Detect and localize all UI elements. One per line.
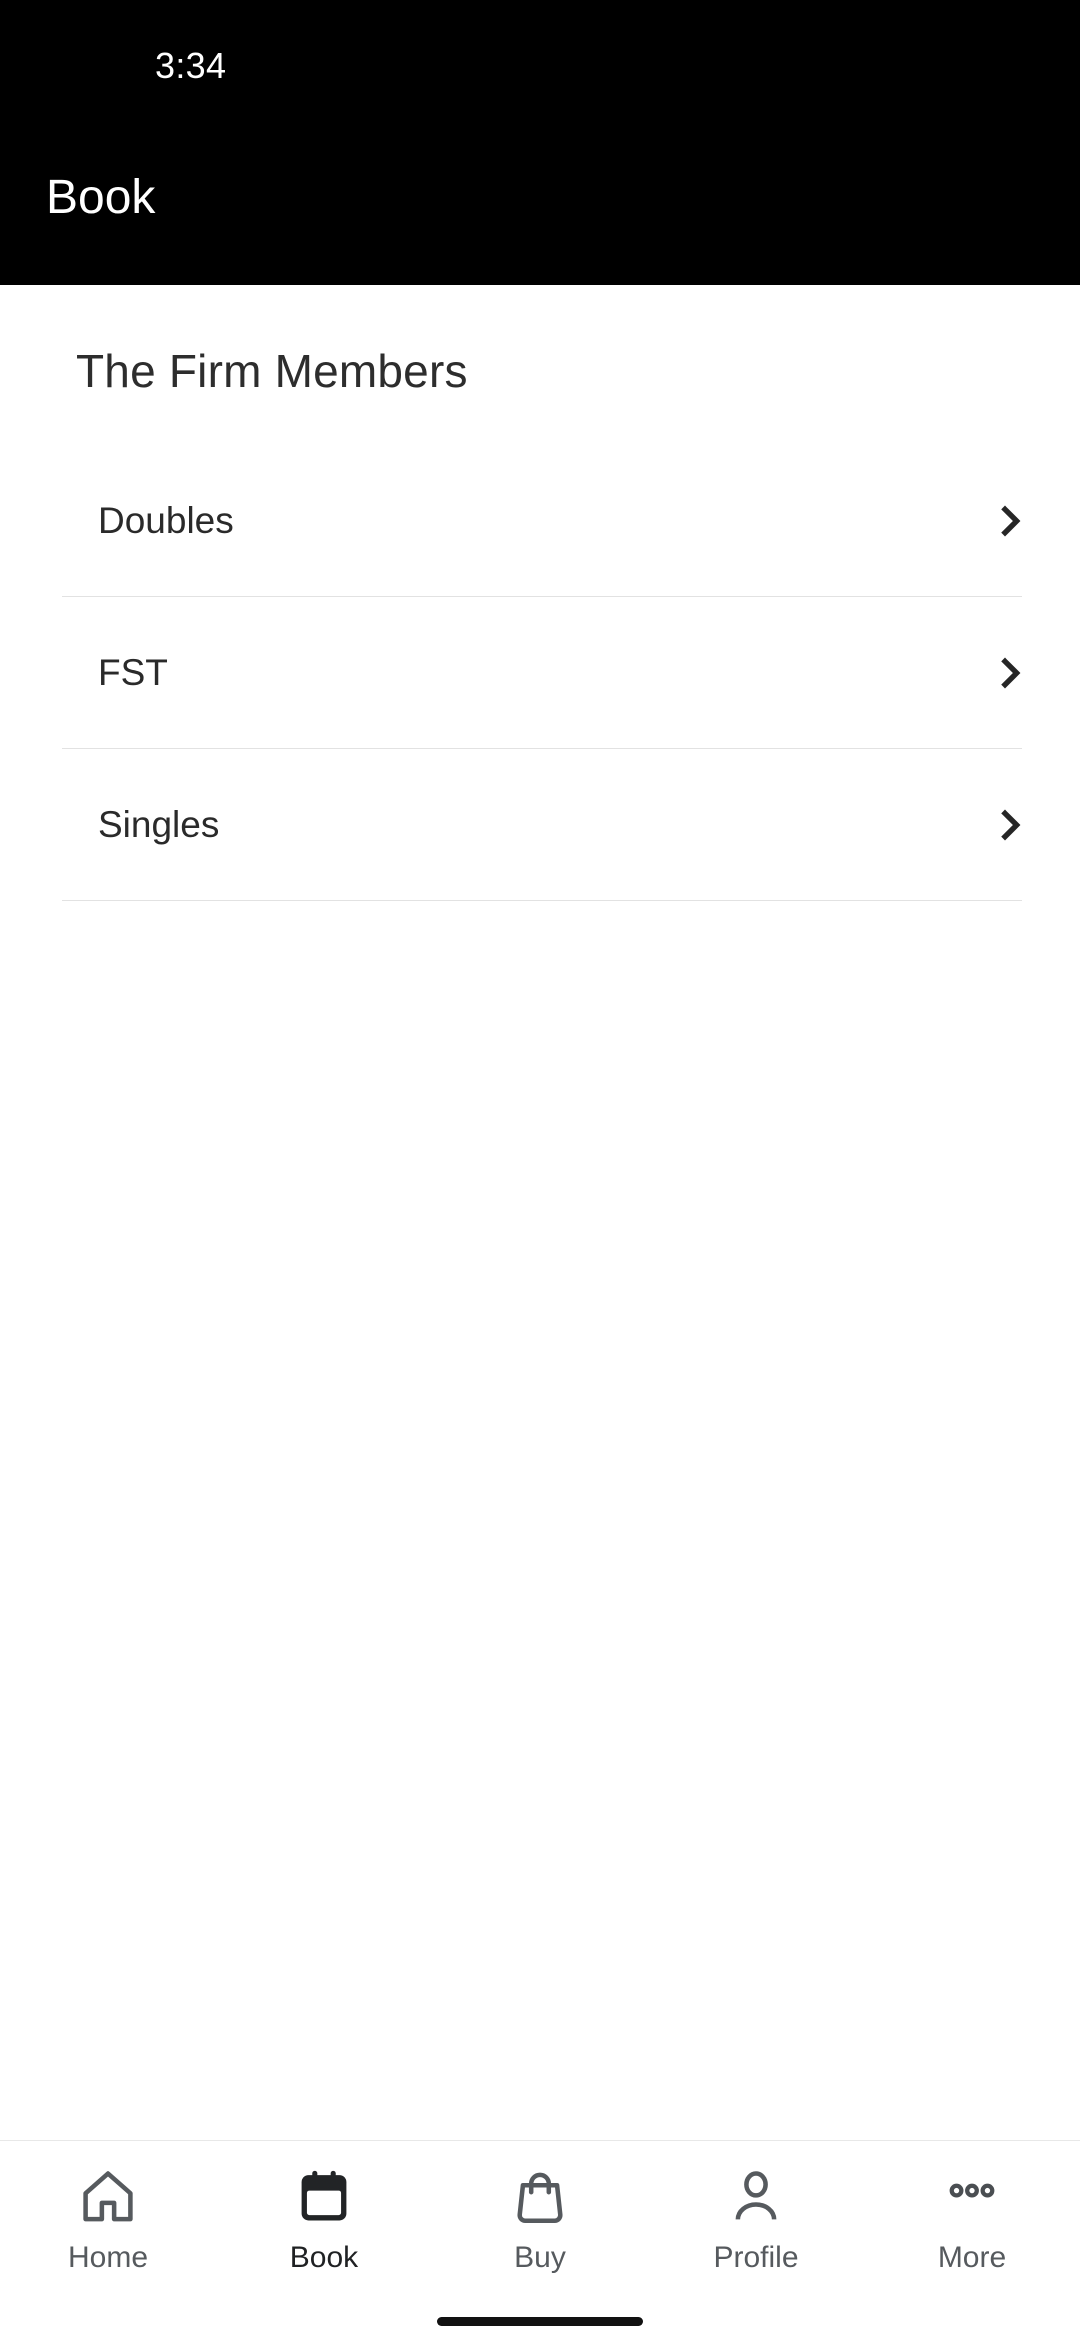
shopping-bag-icon xyxy=(517,2172,563,2224)
chevron-right-icon xyxy=(1001,505,1021,536)
tab-buy[interactable]: Buy xyxy=(432,2165,648,2275)
status-bar-time: 3:34 xyxy=(155,45,227,86)
calendar-icon xyxy=(301,2170,347,2221)
list-item-label: Singles xyxy=(98,803,220,845)
tab-more[interactable]: More xyxy=(864,2165,1080,2275)
ellipsis-icon xyxy=(949,2183,995,2198)
tab-label: Home xyxy=(67,2241,149,2274)
list-item-fst[interactable]: FST xyxy=(0,597,1080,748)
app-bar-title: Book xyxy=(46,170,156,224)
bottom-tab-bar: Home Book Buy Profile More xyxy=(0,2140,1080,2340)
top-bar: 3:34 Book xyxy=(0,0,1080,285)
tab-book[interactable]: Book xyxy=(216,2165,432,2275)
tab-home[interactable]: Home xyxy=(0,2165,216,2275)
main-content: The Firm Members Doubles FST Singles xyxy=(0,285,1080,2140)
tab-label: Book xyxy=(289,2241,359,2274)
tab-label: Profile xyxy=(713,2241,799,2274)
list-item-singles[interactable]: Singles xyxy=(0,749,1080,900)
chevron-right-icon xyxy=(1001,657,1021,688)
list-item-label: Doubles xyxy=(98,499,234,541)
app-screen: 3:34 Book The Firm Members Doubles FST S… xyxy=(0,0,1080,2340)
status-bar: 3:34 xyxy=(0,0,1080,110)
list-item-label: FST xyxy=(98,651,168,693)
person-icon xyxy=(735,2171,777,2220)
members-list: Doubles FST Singles xyxy=(0,445,1080,901)
app-bar: Book xyxy=(0,110,1080,285)
list-divider xyxy=(62,900,1022,901)
tab-label: More xyxy=(937,2241,1007,2274)
home-icon xyxy=(83,2171,133,2222)
home-indicator[interactable] xyxy=(437,2317,643,2326)
home-indicator-area xyxy=(0,2317,1080,2326)
page-title: The Firm Members xyxy=(76,345,468,397)
tab-profile[interactable]: Profile xyxy=(648,2165,864,2275)
chevron-right-icon xyxy=(1001,809,1021,840)
list-item-doubles[interactable]: Doubles xyxy=(0,445,1080,596)
tab-label: Buy xyxy=(514,2241,566,2274)
